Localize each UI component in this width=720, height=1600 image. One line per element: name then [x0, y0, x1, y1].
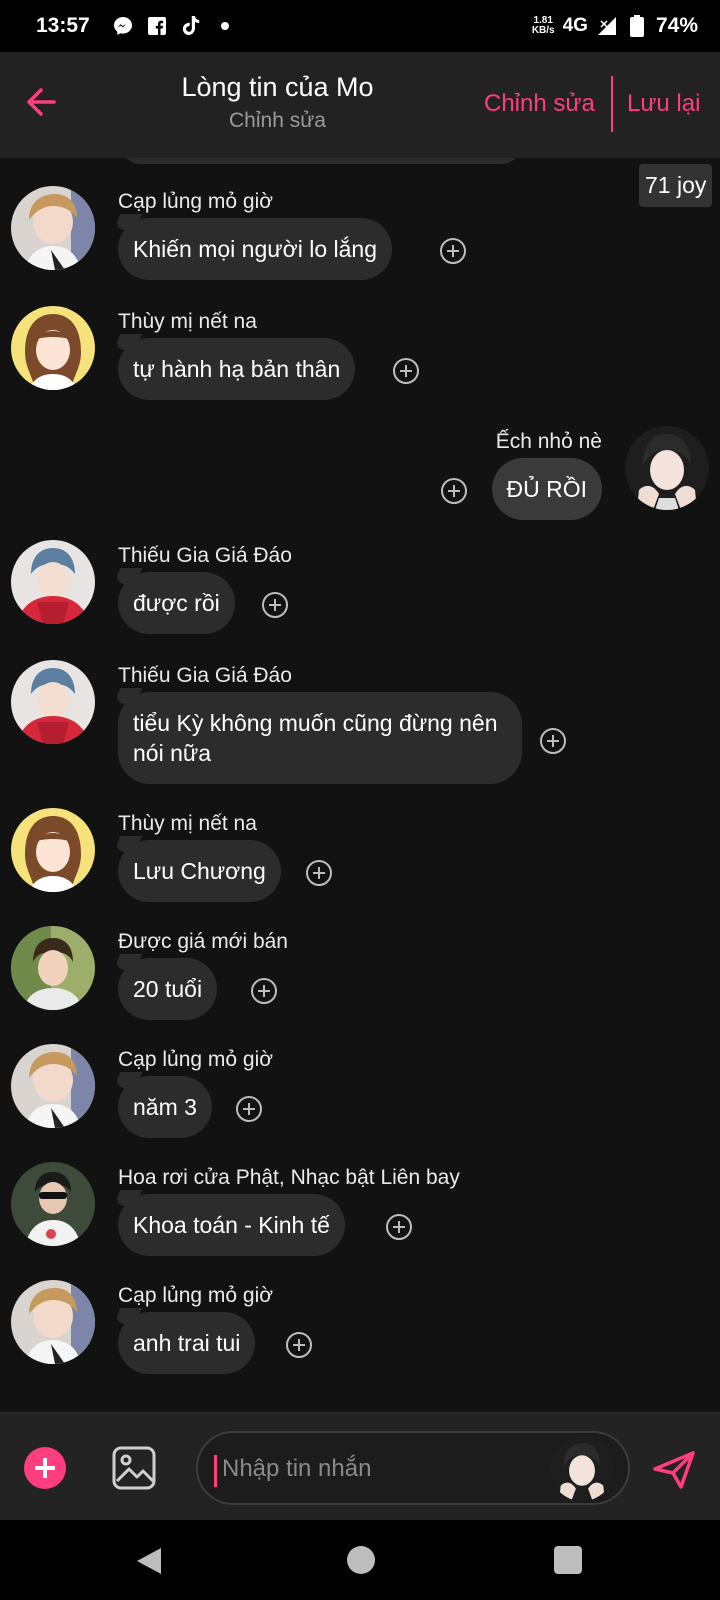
- sender-name: Thiếu Gia Giá Đáo: [118, 664, 292, 687]
- avatar[interactable]: [625, 426, 709, 510]
- avatar[interactable]: [11, 540, 95, 624]
- add-reaction-icon[interactable]: [236, 1096, 262, 1122]
- message-bubble[interactable]: anh trai tui: [118, 1312, 256, 1374]
- message-input-placeholder: Nhập tin nhắn: [222, 1455, 372, 1482]
- battery-icon: [626, 15, 648, 37]
- edit-button[interactable]: Chỉnh sửa: [484, 90, 595, 118]
- nav-home-icon[interactable]: [347, 1546, 375, 1574]
- message-bubble[interactable]: Lưu Chương: [118, 840, 281, 902]
- signal-icon: [596, 15, 618, 37]
- add-reaction-icon[interactable]: [251, 978, 277, 1004]
- add-reaction-icon[interactable]: [286, 1332, 312, 1358]
- add-reaction-icon[interactable]: [441, 478, 467, 504]
- avatar[interactable]: [11, 306, 95, 390]
- persona-avatar[interactable]: [550, 1437, 614, 1501]
- send-icon: [653, 1451, 695, 1489]
- message-bubble[interactable]: ĐỦ RỒI: [491, 458, 602, 520]
- avatar[interactable]: [11, 660, 95, 744]
- avatar[interactable]: [11, 926, 95, 1010]
- dot-icon: [214, 15, 236, 37]
- status-time: 13:57: [36, 14, 90, 37]
- composer-bar: Nhập tin nhắn: [0, 1412, 720, 1520]
- sender-name: Cạp lủng mỏ giờ: [118, 1284, 274, 1307]
- messenger-icon: [112, 15, 134, 37]
- chat-header: Lòng tin của Mo Chỉnh sửa Chỉnh sửa Lưu …: [0, 52, 720, 158]
- sender-name: Cạp lủng mỏ giờ: [118, 190, 274, 213]
- add-reaction-icon[interactable]: [386, 1214, 412, 1240]
- nav-recents-icon[interactable]: [554, 1546, 582, 1574]
- add-reaction-icon[interactable]: [262, 592, 288, 618]
- avatar[interactable]: [11, 808, 95, 892]
- avatar[interactable]: [11, 1280, 95, 1364]
- back-button[interactable]: [22, 82, 62, 122]
- avatar[interactable]: [11, 1044, 95, 1128]
- add-button[interactable]: [24, 1447, 66, 1489]
- message-bubble[interactable]: tiểu Kỳ không muốn cũng đừng nên nói nữa: [118, 692, 522, 784]
- sender-name: Hoa rơi cửa Phật, Nhạc bật Liên bay: [118, 1166, 460, 1189]
- message-bubble[interactable]: tự hành hạ bản thân: [118, 338, 356, 400]
- add-reaction-icon[interactable]: [540, 728, 566, 754]
- add-reaction-icon[interactable]: [393, 358, 419, 384]
- save-button[interactable]: Lưu lại: [627, 90, 700, 118]
- title-block: Lòng tin của Mo Chỉnh sửa: [130, 72, 425, 133]
- message-bubble[interactable]: Khiến mọi người lo lắng: [118, 218, 393, 280]
- clipped-message-bubble: [122, 158, 520, 164]
- text-cursor: [214, 1455, 217, 1487]
- sender-name: Thiếu Gia Giá Đáo: [118, 544, 292, 567]
- add-reaction-icon[interactable]: [440, 238, 466, 264]
- message-bubble[interactable]: 20 tuổi: [118, 958, 218, 1020]
- battery-percent: 74%: [655, 14, 698, 37]
- message-bubble[interactable]: được rồi: [118, 572, 235, 634]
- system-nav-bar: [0, 1520, 720, 1600]
- avatar[interactable]: [11, 1162, 95, 1246]
- message-list[interactable]: 71 joy Cạp lủng mỏ giờ Khiến mọi người l…: [0, 158, 720, 1412]
- message-bubble[interactable]: Khoa toán - Kinh tế: [118, 1194, 345, 1256]
- network-speed: 1.81 KB/s: [531, 15, 555, 36]
- side-badge: 71 joy: [639, 164, 713, 207]
- sender-name: Thùy mị nết na: [118, 310, 257, 333]
- tiktok-icon: [180, 15, 202, 37]
- message-bubble[interactable]: năm 3: [118, 1076, 212, 1138]
- image-button[interactable]: [111, 1445, 157, 1491]
- avatar[interactable]: [11, 186, 95, 270]
- header-divider: [611, 76, 613, 132]
- nav-back-icon[interactable]: [135, 1546, 163, 1576]
- message-input[interactable]: Nhập tin nhắn: [196, 1431, 630, 1505]
- page-title: Lòng tin của Mo: [181, 72, 374, 102]
- facebook-icon: [146, 15, 168, 37]
- sender-name: Ếch nhỏ nè: [495, 430, 602, 453]
- network-type: 4G: [562, 15, 588, 36]
- add-reaction-icon[interactable]: [306, 860, 332, 886]
- arrow-left-icon: [27, 88, 56, 116]
- sender-name: Được giá mới bán: [118, 930, 288, 953]
- image-icon: [112, 1446, 156, 1490]
- sender-name: Thùy mị nết na: [118, 812, 257, 835]
- sender-name: Cạp lủng mỏ giờ: [118, 1048, 274, 1071]
- send-button[interactable]: [651, 1447, 697, 1493]
- status-bar: 13:57 1.81 KB/s 4G 74%: [0, 0, 720, 52]
- page-subtitle: Chỉnh sửa: [229, 109, 326, 132]
